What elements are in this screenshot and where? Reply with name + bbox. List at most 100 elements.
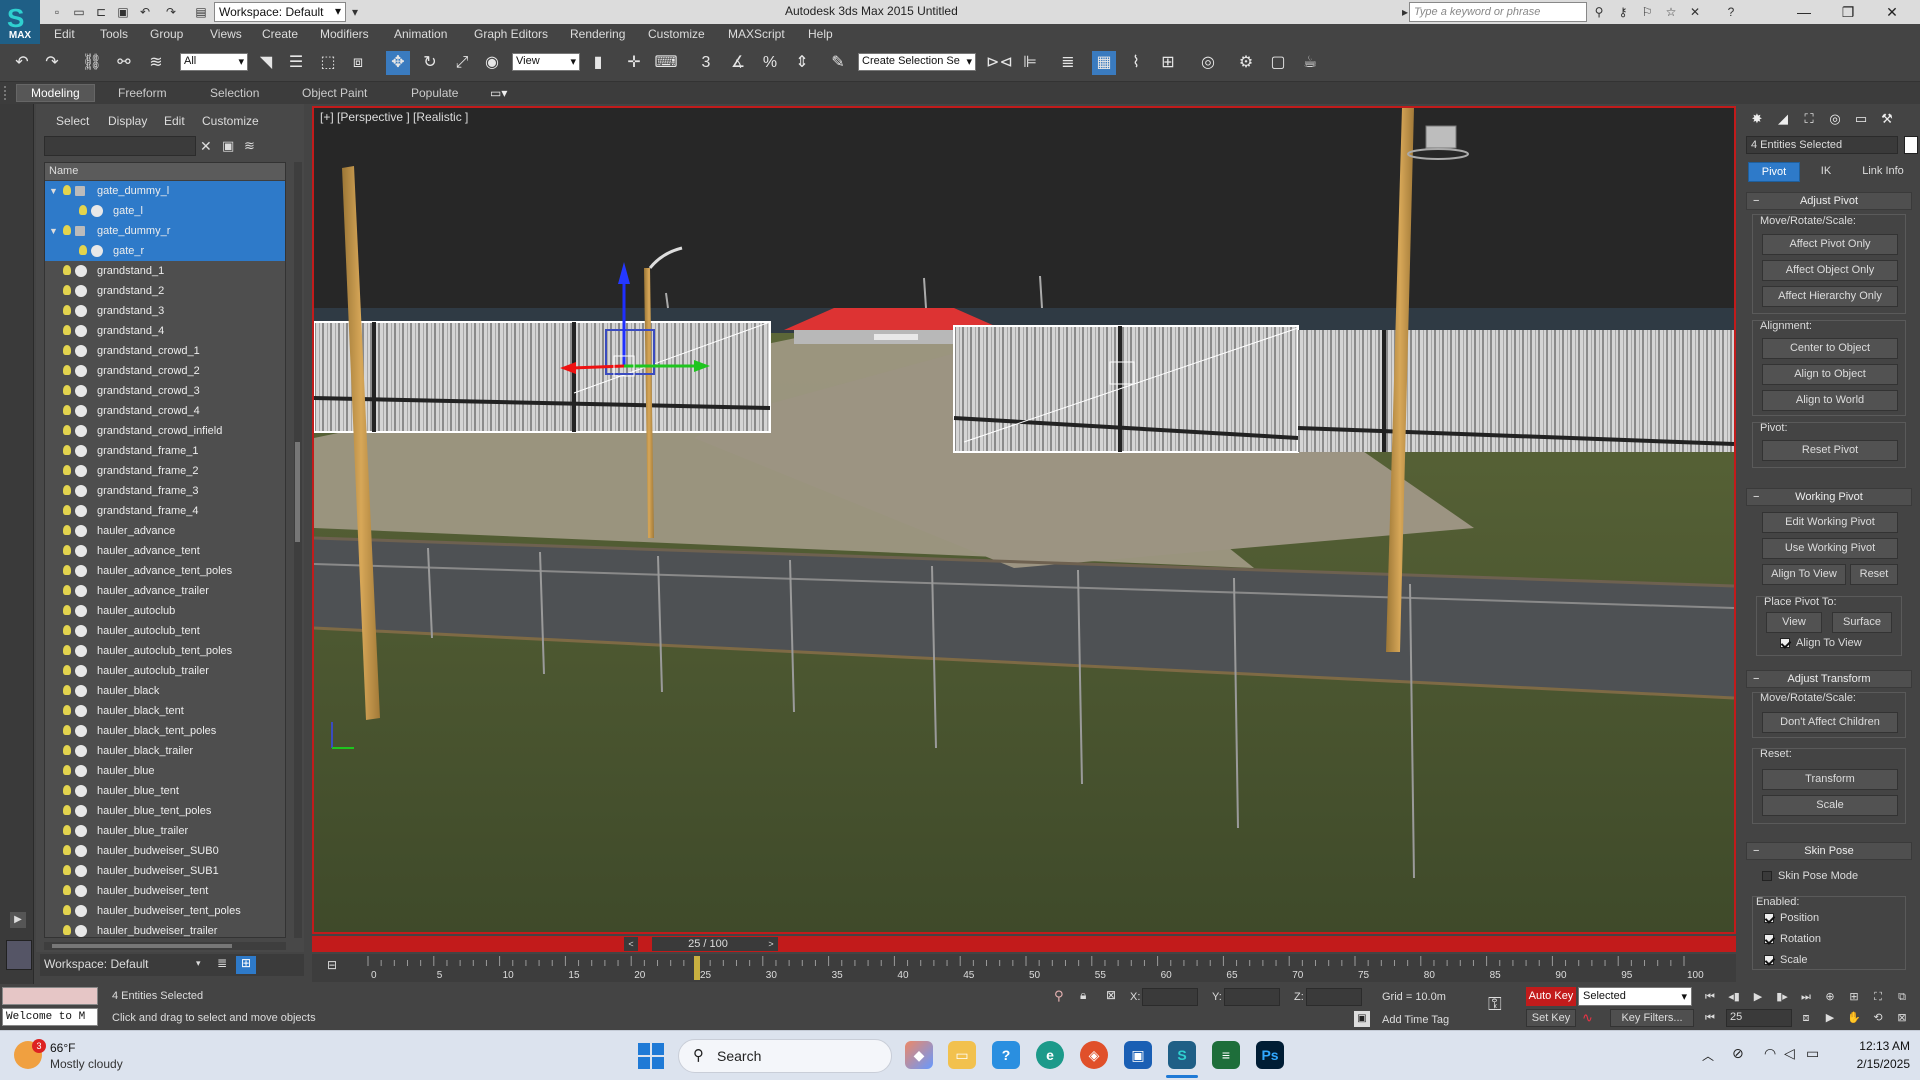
file-explorer-app-icon[interactable]: ▭ xyxy=(948,1041,976,1069)
ribbon-tab-modeling[interactable]: Modeling xyxy=(16,84,95,102)
clock-date[interactable]: 2/15/2025 xyxy=(1846,1057,1910,1071)
visibility-bulb-icon[interactable] xyxy=(63,585,71,595)
scene-object-row[interactable]: grandstand_crowd_3 xyxy=(45,381,285,401)
brave-browser-icon[interactable]: ◈ xyxy=(1080,1041,1108,1069)
angle-snap-icon[interactable]: ∡ xyxy=(726,51,750,75)
menu-customize[interactable]: Customize xyxy=(648,27,705,41)
binoculars-icon[interactable]: ⚲ xyxy=(1590,3,1608,21)
select-by-name-icon[interactable]: ☰ xyxy=(284,51,308,75)
remote-desktop-icon[interactable]: ▣ xyxy=(1124,1041,1152,1069)
scene-object-row[interactable]: gate_l xyxy=(45,201,285,221)
rotation-checkbox[interactable]: Rotation xyxy=(1764,933,1821,945)
keyboard-shortcut-icon[interactable]: ⌨ xyxy=(654,51,678,75)
scene-object-row[interactable]: hauler_black_trailer xyxy=(45,741,285,761)
wifi-icon[interactable]: ◠ xyxy=(1764,1045,1776,1062)
ribbon-tab-freeform[interactable]: Freeform xyxy=(118,86,167,100)
scene-object-row[interactable]: hauler_black_tent_poles xyxy=(45,721,285,741)
add-time-tag-button[interactable]: Add Time Tag xyxy=(1382,1014,1449,1026)
field-of-view-icon[interactable]: ▶ xyxy=(1820,1009,1840,1027)
motion-tab-icon[interactable]: ◎ xyxy=(1824,108,1846,130)
link-info-subtab[interactable]: Link Info xyxy=(1852,162,1914,182)
x-coordinate-input[interactable] xyxy=(1142,988,1198,1006)
align-to-view-checkbox[interactable]: Align To View xyxy=(1780,637,1862,649)
visibility-bulb-icon[interactable] xyxy=(63,665,71,675)
taskbar-search-box[interactable]: ⚲ Search xyxy=(678,1039,892,1073)
visibility-bulb-icon[interactable] xyxy=(63,465,71,475)
ik-subtab[interactable]: IK xyxy=(1806,162,1846,182)
y-coordinate-input[interactable] xyxy=(1224,988,1280,1006)
scene-object-row[interactable]: hauler_autoclub xyxy=(45,601,285,621)
visibility-bulb-icon[interactable] xyxy=(63,725,71,735)
visibility-bulb-icon[interactable] xyxy=(63,765,71,775)
explorer-menu-select[interactable]: Select xyxy=(56,114,89,128)
menu-group[interactable]: Group xyxy=(150,27,183,41)
adjust-pivot-rollout-header[interactable]: − Adjust Pivot xyxy=(1746,192,1912,210)
schematic-view-icon[interactable]: ⊞ xyxy=(1156,51,1180,75)
explorer-menu-customize[interactable]: Customize xyxy=(202,114,259,128)
scene-object-row[interactable]: hauler_advance xyxy=(45,521,285,541)
visibility-bulb-icon[interactable] xyxy=(63,805,71,815)
menu-help[interactable]: Help xyxy=(808,27,833,41)
visibility-bulb-icon[interactable] xyxy=(63,605,71,615)
ribbon-tab-selection[interactable]: Selection xyxy=(210,86,259,100)
key-mode-selection-dropdown[interactable]: Selected ▾ xyxy=(1578,987,1692,1006)
3dsmax-app-icon[interactable]: S xyxy=(1168,1041,1196,1069)
save-icon[interactable]: ▣ xyxy=(114,3,132,21)
set-keys-icon[interactable]: ⚿ xyxy=(1488,994,1502,1015)
network-off-icon[interactable]: ⊘ xyxy=(1732,1045,1744,1062)
visibility-bulb-icon[interactable] xyxy=(63,185,71,195)
visibility-bulb-icon[interactable] xyxy=(63,785,71,795)
z-coordinate-input[interactable] xyxy=(1306,988,1362,1006)
explorer-hscrollbar[interactable] xyxy=(44,942,286,950)
position-checkbox[interactable]: Position xyxy=(1764,912,1819,924)
select-object-icon[interactable]: ◥ xyxy=(254,51,278,75)
layers-icon[interactable]: ≣ xyxy=(212,956,232,974)
scene-object-row[interactable]: hauler_black xyxy=(45,681,285,701)
maxscript-listener-output[interactable]: Welcome to M xyxy=(2,1008,98,1026)
set-key-button[interactable]: Set Key xyxy=(1526,1009,1576,1027)
rendered-frame-window-icon[interactable]: ▢ xyxy=(1266,51,1290,75)
dont-affect-children-button[interactable]: Don't Affect Children xyxy=(1762,712,1898,733)
zoom-extents-icon[interactable]: ⛶ xyxy=(1868,988,1888,1006)
project-folder-icon[interactable]: ▤ xyxy=(192,3,210,21)
open-file-icon[interactable]: ▭ xyxy=(70,3,88,21)
open-folder-icon[interactable]: ⊏ xyxy=(92,3,110,21)
display-tab-icon[interactable]: ▭ xyxy=(1850,108,1872,130)
absolute-mode-icon[interactable]: ⊠ xyxy=(1106,988,1116,1002)
star-icon[interactable]: ☆ xyxy=(1662,3,1680,21)
skin-pose-rollout-header[interactable]: − Skin Pose xyxy=(1746,842,1912,860)
weather-condition[interactable]: Mostly cloudy xyxy=(50,1057,123,1071)
named-selection-set-dropdown[interactable]: Create Selection Se ▾ xyxy=(858,53,976,71)
place-icon[interactable]: ◉ xyxy=(480,51,504,75)
visibility-bulb-icon[interactable] xyxy=(63,525,71,535)
hscroll-thumb[interactable] xyxy=(52,944,232,948)
explorer-workspace-dropdown[interactable]: Workspace: Default xyxy=(44,957,174,971)
reference-coord-dropdown[interactable]: View ▾ xyxy=(512,53,580,71)
viewport-layout-icon[interactable] xyxy=(6,940,32,970)
time-slider-thumb[interactable]: 25 / 100 xyxy=(652,937,764,951)
scene-object-row[interactable]: hauler_advance_tent_poles xyxy=(45,561,285,581)
reset-scale-button[interactable]: Scale xyxy=(1762,795,1898,816)
edge-browser-icon[interactable]: e xyxy=(1036,1041,1064,1069)
align-icon[interactable]: ⊫ xyxy=(1018,51,1042,75)
scene-object-row[interactable]: hauler_blue xyxy=(45,761,285,781)
scene-object-row[interactable]: hauler_blue_tent xyxy=(45,781,285,801)
scene-object-row[interactable]: ▼ gate_dummy_r xyxy=(45,221,285,241)
notepad-app-icon[interactable]: ≡ xyxy=(1212,1041,1240,1069)
visibility-bulb-icon[interactable] xyxy=(79,245,87,255)
dropdown-arrow-icon[interactable]: ▾ xyxy=(346,3,364,21)
x-community-icon[interactable]: ✕ xyxy=(1686,3,1704,21)
key-filters-button[interactable]: Key Filters... xyxy=(1610,1009,1694,1027)
move-icon[interactable]: ✥ xyxy=(386,51,410,75)
selection-lock-icon[interactable]: 🔒︎ xyxy=(1080,988,1086,1003)
adjust-transform-rollout-header[interactable]: − Adjust Transform xyxy=(1746,670,1912,688)
hierarchy-tab-icon[interactable]: ⛶ xyxy=(1798,108,1820,130)
render-production-icon[interactable]: ☕ xyxy=(1298,51,1322,75)
explorer-search-input[interactable] xyxy=(44,136,196,156)
subscription-icon[interactable]: ⚐ xyxy=(1638,3,1656,21)
perspective-viewport[interactable]: [+] [Perspective ] [Realistic ] xyxy=(312,106,1736,934)
scene-object-row[interactable]: hauler_blue_trailer xyxy=(45,821,285,841)
selection-filter-dropdown[interactable]: All ▾ xyxy=(180,53,248,71)
unlink-icon[interactable]: ⚯ xyxy=(112,51,136,75)
current-frame-input[interactable]: 25 xyxy=(1726,1009,1792,1027)
